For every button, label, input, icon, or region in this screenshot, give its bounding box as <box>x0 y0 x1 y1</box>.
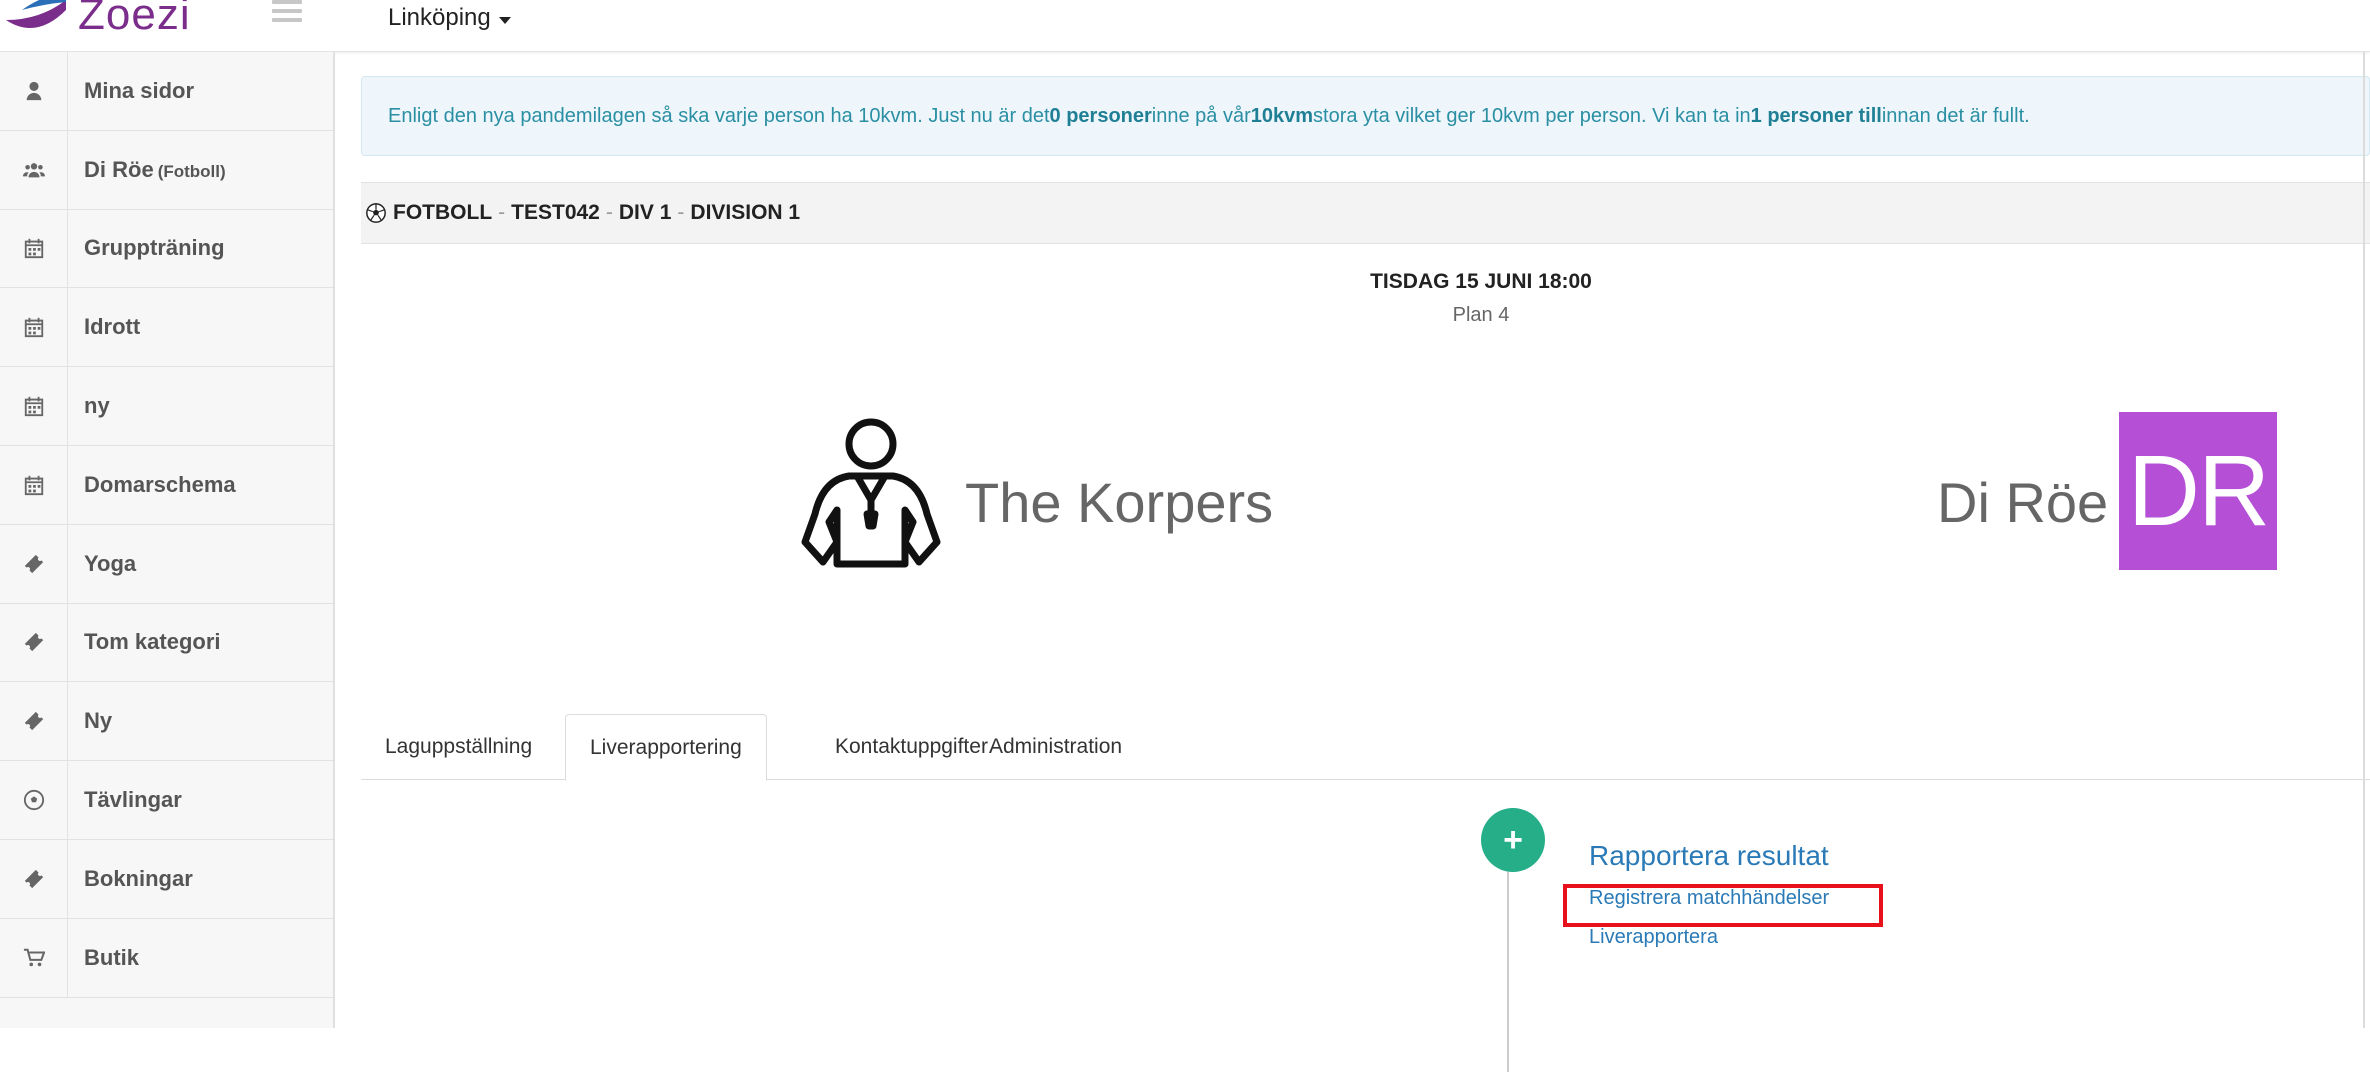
sidebar-item-label: Gruppträning <box>68 235 225 261</box>
match-division: DIVISION 1 <box>690 201 801 224</box>
sidebar: Mina sidor Di Röe (Fotboll) Gruppträning Idr… <box>0 52 335 1028</box>
sidebar-item-label: Tom kategori <box>68 629 221 655</box>
add-event-button[interactable]: + <box>1481 808 1545 872</box>
report-result-link[interactable]: Rapportera resultat <box>1589 840 1829 872</box>
sidebar-item-text: ny <box>84 393 110 419</box>
match-field: Plan 4 <box>1452 304 1510 326</box>
soccer-ball-icon <box>0 761 68 839</box>
sidebar-item-mina-sidor[interactable]: Mina sidor <box>0 52 333 131</box>
brand-name: Zoezi <box>78 0 191 39</box>
sidebar-item-ny[interactable]: Ny <box>0 682 333 762</box>
chevron-down-icon <box>498 16 511 24</box>
sidebar-item-bokningar[interactable]: Bokningar <box>0 839 333 919</box>
separator: - <box>498 201 506 224</box>
sidebar-item-text: Domarschema <box>84 471 236 497</box>
sidebar-item-text: Bokningar <box>84 865 193 891</box>
away-team-badge: DR <box>2119 412 2277 570</box>
notice-persons: 0 personer <box>1049 104 1152 127</box>
sidebar-item-label: Yoga <box>68 551 136 577</box>
sidebar-item-text: Tävlingar <box>84 787 182 813</box>
pandemic-notice: Enligt den nya pandemilagen så ska varje… <box>361 76 2370 156</box>
sidebar-item-butik[interactable]: Butik <box>0 918 333 998</box>
tab-laguppställning[interactable]: Laguppställning <box>361 714 556 780</box>
plus-icon: + <box>1503 821 1523 859</box>
match-sport: FOTBOLL <box>393 201 493 224</box>
zoezi-logo-icon <box>6 0 66 28</box>
notice-area: 10kvm <box>1250 104 1314 127</box>
sidebar-item-text: Yoga <box>84 550 137 576</box>
calendar-icon <box>0 288 68 367</box>
sidebar-item-text: Tom kategori <box>84 629 221 655</box>
notice-text-2: inne på vår <box>1151 104 1251 127</box>
sidebar-item-tom-kategori[interactable]: Tom kategori <box>0 603 333 683</box>
sidebar-item-label: Idrott <box>68 314 140 340</box>
sidebar-item-text: Idrott <box>84 314 141 340</box>
sidebar-item-domarschema[interactable]: Domarschema <box>0 445 333 525</box>
sidebar-item-label: Butik <box>68 945 139 971</box>
ticket-icon <box>0 682 68 761</box>
separator: - <box>605 201 613 224</box>
menu-toggle-icon[interactable] <box>272 0 302 26</box>
sidebar-item-label: Tävlingar <box>68 787 182 813</box>
sidebar-item-text: Gruppträning <box>84 235 225 261</box>
notice-text-3: stora yta vilket ger 10kvm per person. V… <box>1313 104 1751 127</box>
calendar-icon <box>0 367 68 445</box>
tab-liverapportering[interactable]: Liverapportering <box>565 714 767 781</box>
sidebar-item-label: ny <box>68 393 110 419</box>
notice-text-4: innan det är fullt. <box>1881 104 2030 127</box>
timeline-line <box>1507 872 1509 1072</box>
calendar-icon <box>0 445 68 524</box>
scroll-edge <box>2363 52 2365 1028</box>
sidebar-item-label: Ny <box>68 708 112 734</box>
sidebar-item-text: Ny <box>84 708 113 734</box>
calendar-icon <box>0 209 68 288</box>
home-team-logo-icon <box>801 418 941 568</box>
match-header: FOTBOLL - TEST042 - DIV 1 - DIVISION 1 <box>361 182 2370 244</box>
notice-capacity: 1 personer till <box>1750 104 1882 127</box>
sidebar-item-yoga[interactable]: Yoga <box>0 524 333 604</box>
sidebar-item-sub: (Fotboll) <box>157 161 226 181</box>
sidebar-item-text: Mina sidor <box>84 77 195 103</box>
soccer-ball-icon <box>366 203 386 223</box>
register-match-events-link[interactable]: Registrera matchhändelser <box>1589 887 1829 910</box>
live-report-link[interactable]: Liverapportera <box>1589 926 1718 949</box>
match-date: TISDAG 15 JUNI 18:00 <box>1370 270 1592 293</box>
cart-icon <box>0 918 68 997</box>
separator: - <box>677 201 685 224</box>
match-div: DIV 1 <box>618 201 672 224</box>
sidebar-item-tävlingar[interactable]: Tävlingar <box>0 761 333 840</box>
city-label: Linköping <box>388 4 491 31</box>
top-bar: Zoezi Linköping <box>0 0 2370 52</box>
sidebar-item-label: Di Röe (Fotboll) <box>68 157 226 183</box>
sidebar-item-gruppträning[interactable]: Gruppträning <box>0 209 333 289</box>
sidebar-item-di-röe[interactable]: Di Röe (Fotboll) <box>0 130 333 210</box>
ticket-icon <box>0 839 68 918</box>
match-tabs: Laguppställning Liverapportering Kontaktup… <box>361 714 2370 781</box>
notice-text-1: Enligt den nya pandemilagen så ska varje… <box>388 104 1050 127</box>
user-icon <box>0 52 68 130</box>
sidebar-item-idrott[interactable]: Idrott <box>0 288 333 368</box>
match-code: TEST042 <box>511 201 600 224</box>
city-dropdown[interactable]: Linköping <box>388 0 511 36</box>
logo[interactable]: Zoezi <box>0 0 191 42</box>
sidebar-item-label: Mina sidor <box>68 78 194 104</box>
sidebar-item-text: Butik <box>84 944 139 970</box>
ticket-icon <box>0 524 68 603</box>
sidebar-item-label: Bokningar <box>68 866 193 892</box>
sidebar-item-label: Domarschema <box>68 472 236 498</box>
tab-administration[interactable]: Administration <box>965 714 1146 780</box>
away-team-name: Di Röe <box>1937 471 2109 534</box>
ticket-icon <box>0 603 68 682</box>
group-icon <box>0 130 68 209</box>
sidebar-item-text: Di Röe <box>84 156 154 182</box>
home-team-name: The Korpers <box>965 471 1274 534</box>
sidebar-item-ny[interactable]: ny <box>0 367 333 446</box>
main-content: Enligt den nya pandemilagen så ska varje… <box>337 52 2370 1072</box>
